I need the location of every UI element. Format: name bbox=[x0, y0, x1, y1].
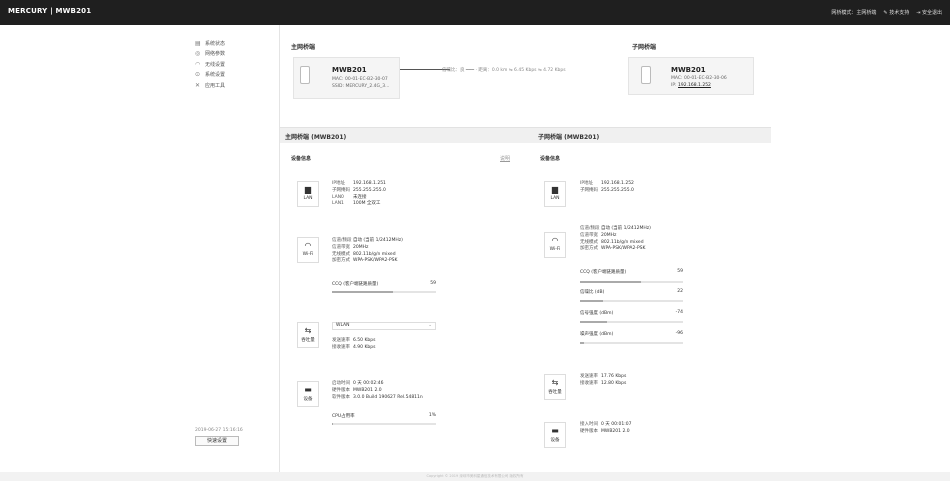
sidebar-item-wireless[interactable]: ◠ 无线设置 bbox=[195, 59, 275, 70]
sub-ccq-bar bbox=[580, 281, 683, 283]
sidebar: ▤ 系统状态 ◎ 网络参数 ◠ 无线设置 ⊙ 系统设置 ✕ 应用工具 bbox=[195, 38, 275, 91]
cpu-label: CPU占用率 1% bbox=[332, 413, 436, 419]
device-icon: ▬ 设备 bbox=[297, 381, 319, 407]
wifi-icon: ◠ bbox=[195, 60, 201, 68]
sub-device-info: 接入时间 0 天 00:01:07 硬件版本 MWB201 2.0 bbox=[580, 422, 632, 434]
sub-mac: MAC: 00-01-EC-B2-30-06 bbox=[671, 76, 727, 81]
help-link[interactable]: 说明 bbox=[500, 155, 510, 162]
wifi-icon: ◠ Wi-Fi bbox=[544, 232, 566, 258]
primary-ssid: SSID: MERCURY_2.4G_3... bbox=[332, 84, 390, 89]
sidebar-footer: 2019-06-27 15:16:16 快速设置 bbox=[195, 428, 275, 446]
interface-select[interactable]: WLAN ⌄ bbox=[332, 322, 436, 330]
primary-panel-header: 主网桥端 (MWB201) bbox=[280, 127, 533, 143]
primary-device-info: 启动时间 0 天 00:02:46 硬件版本 MWB201 2.0 软件版本 3.0.… bbox=[332, 381, 423, 400]
lan-icon: ▆ LAN bbox=[297, 181, 319, 207]
primary-device-card: MWB201 MAC: 00-01-EC-B2-30-07 SSID: MERC… bbox=[293, 57, 400, 99]
bridge-device-icon bbox=[300, 66, 310, 84]
bridge-device-icon bbox=[641, 66, 651, 84]
throughput-icon: ⇆ 吞吐量 bbox=[297, 322, 319, 348]
sidebar-item-system[interactable]: ⊙ 系统设置 bbox=[195, 70, 275, 81]
logout-link[interactable]: ⇥ 安全退出 bbox=[916, 9, 942, 16]
wifi-icon: ◠ Wi-Fi bbox=[297, 237, 319, 263]
primary-wifi-info: 信道/频段自动 (当前 1/2412MHz) 信道带宽 20MHz 无线模式 802… bbox=[332, 238, 403, 264]
link-status: 信噪比：良 ━━━ · 距离：0.0 km ⇋ 6.45 Kbps ⇋ 4.72… bbox=[400, 68, 625, 78]
sub-bridge-label: 子网桥端 bbox=[632, 44, 657, 51]
sub-ccq-label: CCQ (客户端链路质量) 59 bbox=[580, 269, 683, 275]
primary-throughput-info: 发送速率 6.50 Kbps 接收速率 4.90 Kbps bbox=[332, 338, 376, 350]
sidebar-item-status[interactable]: ▤ 系统状态 bbox=[195, 38, 275, 49]
sub-device-name: MWB201 bbox=[671, 66, 706, 74]
sub-ip-link[interactable]: 192.168.1.252 bbox=[678, 83, 711, 88]
sub-throughput-info: 发送速率 17.76 Kbps 接收速率 12.80 Kbps bbox=[580, 374, 627, 386]
sub-device-card: MWB201 MAC: 00-01-EC-B2-30-06 IP: 192.16… bbox=[628, 57, 754, 95]
chevron-down-icon: ⌄ bbox=[428, 323, 432, 328]
sub-ip: IP: 192.168.1.252 bbox=[671, 83, 711, 88]
primary-section-title: 设备信息 bbox=[291, 156, 312, 162]
snr-label: 信噪比 (dB) 22 bbox=[580, 289, 683, 295]
primary-ccq-bar bbox=[332, 291, 436, 293]
lan-icon: ▆ LAN bbox=[544, 181, 566, 207]
signal-bar bbox=[580, 321, 683, 323]
primary-ccq-label: CCQ (客户端链路质量) 59 bbox=[332, 281, 436, 287]
datetime: 2019-06-27 15:16:16 bbox=[195, 428, 243, 433]
throughput-icon: ⇆ 吞吐量 bbox=[544, 374, 566, 400]
tools-icon: ✕ bbox=[195, 81, 201, 89]
mode-label: 网桥模式：主网桥端 bbox=[831, 10, 877, 16]
cpu-bar bbox=[332, 423, 436, 425]
signal-label: 信号强度 (dBm) -74 bbox=[580, 310, 683, 316]
sub-wifi-info: 信道/频段自动 (当前 1/2412MHz) 信道带宽 20MHz 无线模式 802… bbox=[580, 226, 651, 252]
primary-mac: MAC: 00-01-EC-B2-30-07 bbox=[332, 77, 388, 82]
sidebar-item-tools[interactable]: ✕ 应用工具 bbox=[195, 80, 275, 91]
brand-logo: MERCURY | MWB201 bbox=[8, 7, 92, 15]
primary-bridge-label: 主网桥端 bbox=[291, 44, 316, 51]
support-link[interactable]: ✎ 技术支持 bbox=[883, 9, 909, 16]
status-icon: ▤ bbox=[195, 39, 201, 47]
snr-bar bbox=[580, 300, 683, 302]
primary-device-name: MWB201 bbox=[332, 66, 367, 74]
footer: Copyright © 2019 深圳市美科星通信技术有限公司 版权所有 bbox=[0, 472, 950, 481]
noise-label: 噪声强度 (dBm) -96 bbox=[580, 331, 683, 337]
device-icon: ▬ 设备 bbox=[544, 422, 566, 448]
sub-panel-header: 子网桥端 (MWB201) bbox=[533, 127, 771, 143]
sub-lan-info: IP地址 192.168.1.252 子网掩码 255.255.255.0 bbox=[580, 181, 634, 193]
quick-setup-button[interactable]: 快速设置 bbox=[195, 436, 239, 446]
primary-lan-info: IP地址 192.168.1.251 子网掩码 255.255.255.0 LAN0… bbox=[332, 181, 386, 207]
noise-bar bbox=[580, 342, 683, 344]
settings-icon: ⊙ bbox=[195, 71, 201, 79]
link-stats: 信噪比：良 ━━━ · 距离：0.0 km ⇋ 6.45 Kbps ⇋ 4.72… bbox=[442, 68, 566, 73]
network-icon: ◎ bbox=[195, 50, 201, 58]
top-bar: MERCURY | MWB201 网桥模式：主网桥端 ✎ 技术支持 ⇥ 安全退出 bbox=[0, 0, 950, 25]
sub-section-title: 设备信息 bbox=[540, 156, 561, 162]
sidebar-item-network[interactable]: ◎ 网络参数 bbox=[195, 49, 275, 60]
divider bbox=[279, 25, 280, 475]
